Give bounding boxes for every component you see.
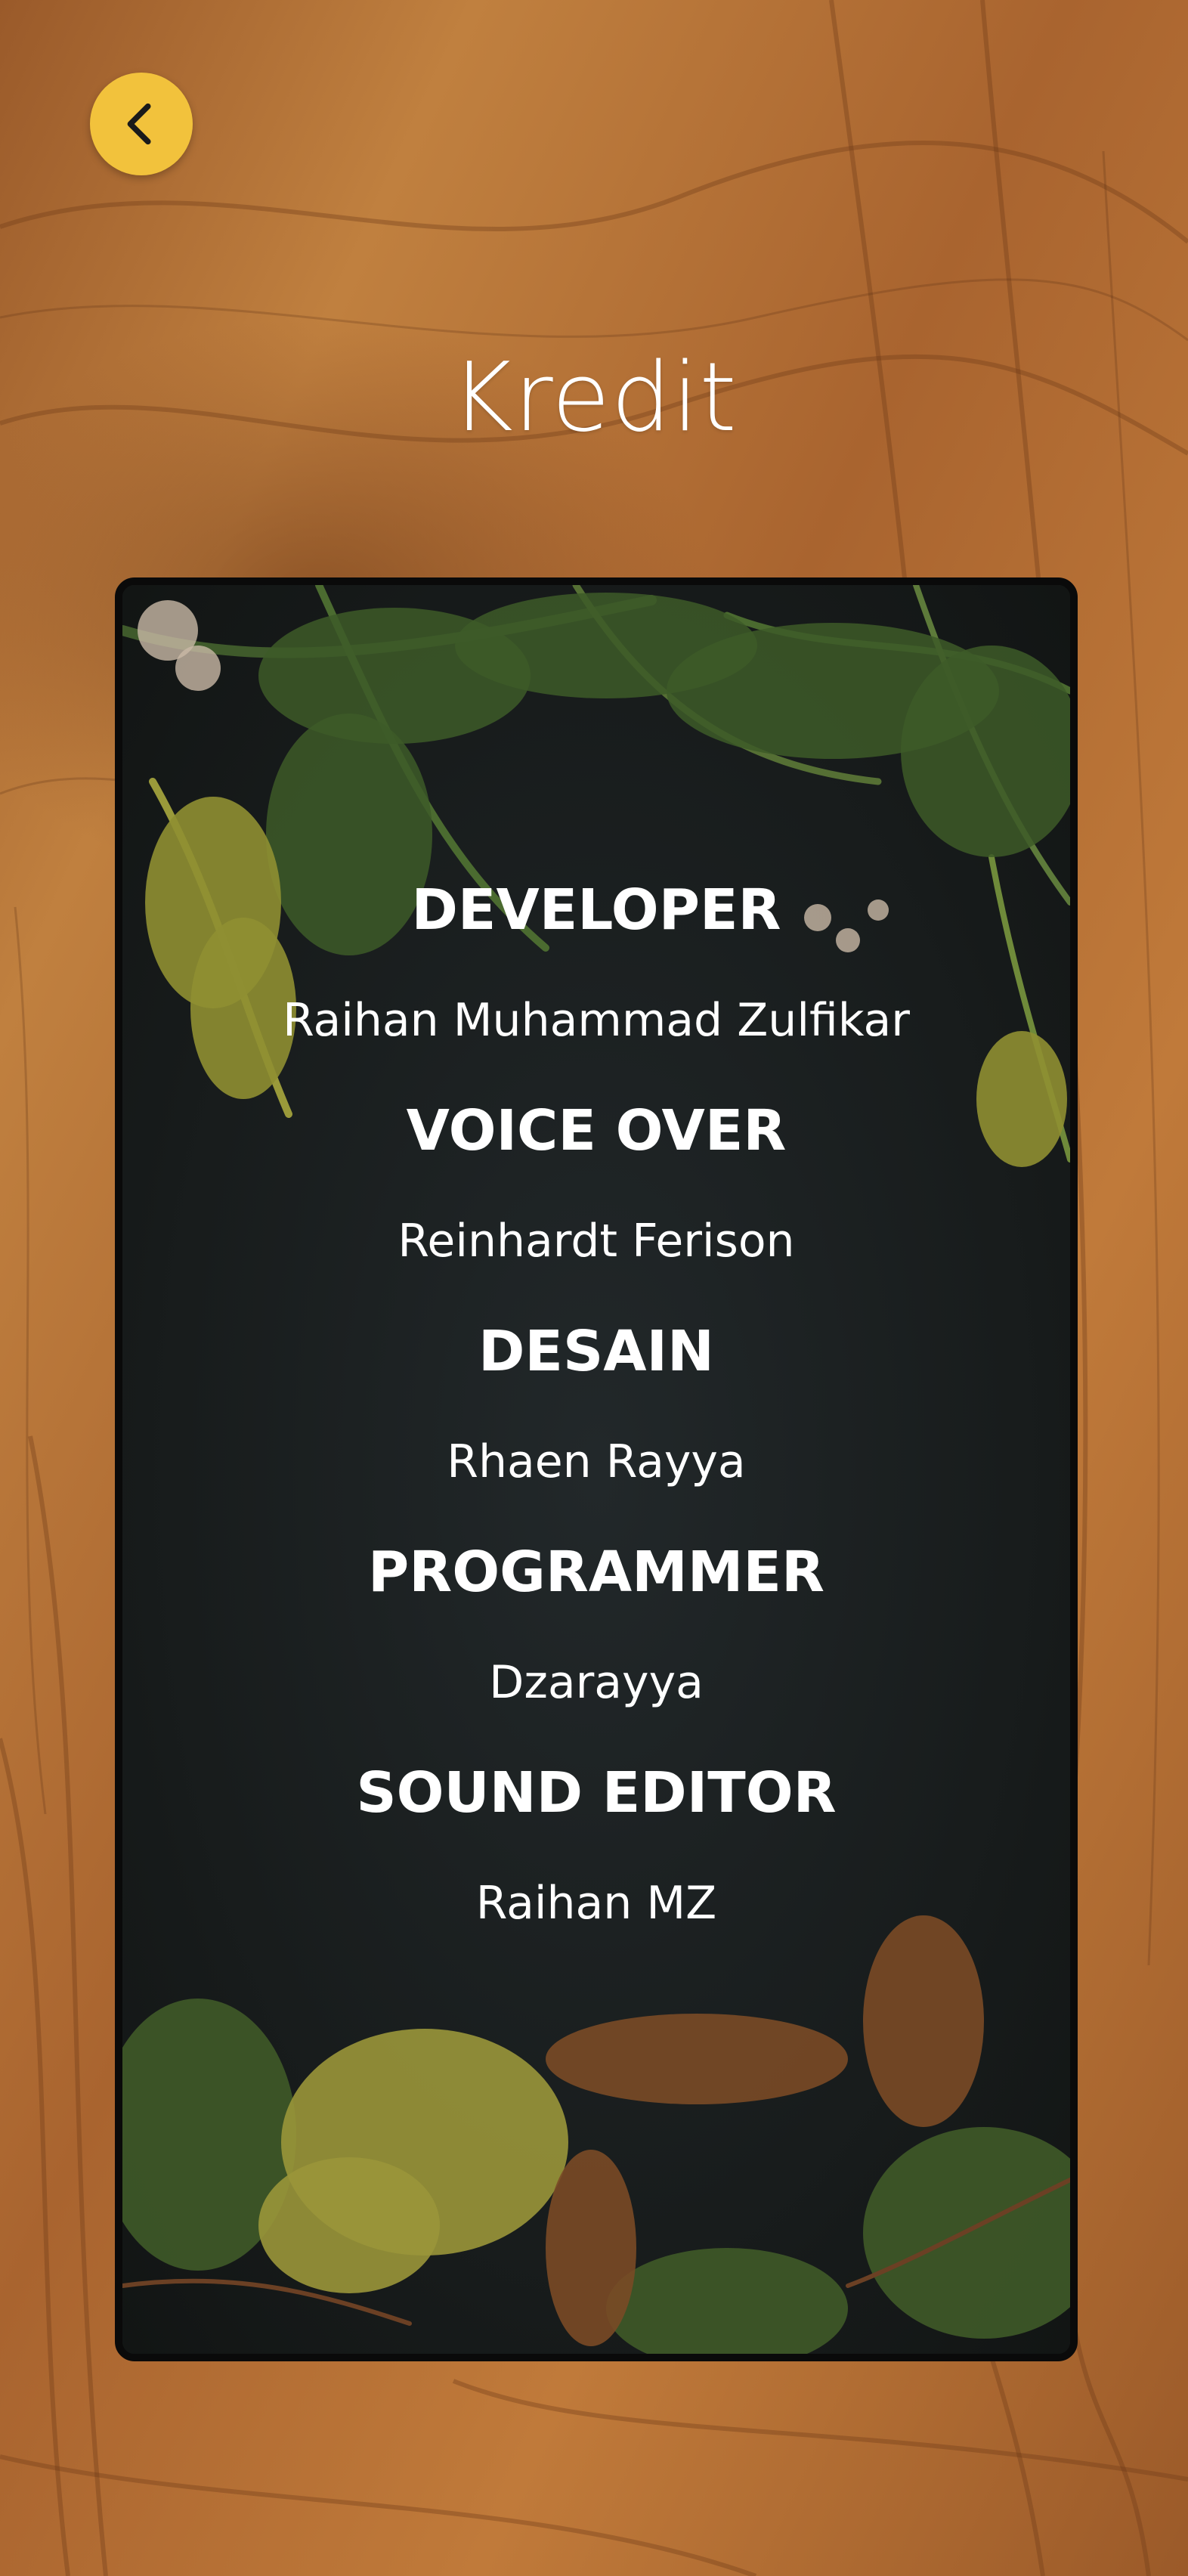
credit-name: Dzarayya [489,1656,704,1709]
credit-role: DESAIN [478,1319,714,1384]
credits-card: DEVELOPER Raihan Muhammad Zulfikar VOICE… [115,577,1078,2361]
credit-item-programmer: PROGRAMMER Dzarayya [122,1534,1070,1755]
page-title: Kredit [450,342,738,453]
chevron-left-icon [127,103,151,145]
credit-item-developer: DEVELOPER Raihan Muhammad Zulfikar [122,872,1070,1093]
credit-item-desain: DESAIN Rhaen Rayya [122,1314,1070,1534]
credit-name: Rhaen Rayya [447,1435,746,1488]
credit-role: SOUND EDITOR [356,1760,837,1825]
credit-name: Raihan MZ [475,1877,717,1930]
credit-role: DEVELOPER [411,878,781,943]
credit-name: Reinhardt Ferison [398,1215,795,1268]
back-button[interactable] [90,73,193,175]
credit-role: PROGRAMMER [368,1540,824,1605]
credits-list: DEVELOPER Raihan Muhammad Zulfikar VOICE… [122,872,1070,1976]
credit-item-sound-editor: SOUND EDITOR Raihan MZ [122,1755,1070,1976]
credit-item-voice-over: VOICE OVER Reinhardt Ferison [122,1093,1070,1314]
credit-name: Raihan Muhammad Zulfikar [283,994,910,1047]
credit-role: VOICE OVER [406,1098,787,1163]
